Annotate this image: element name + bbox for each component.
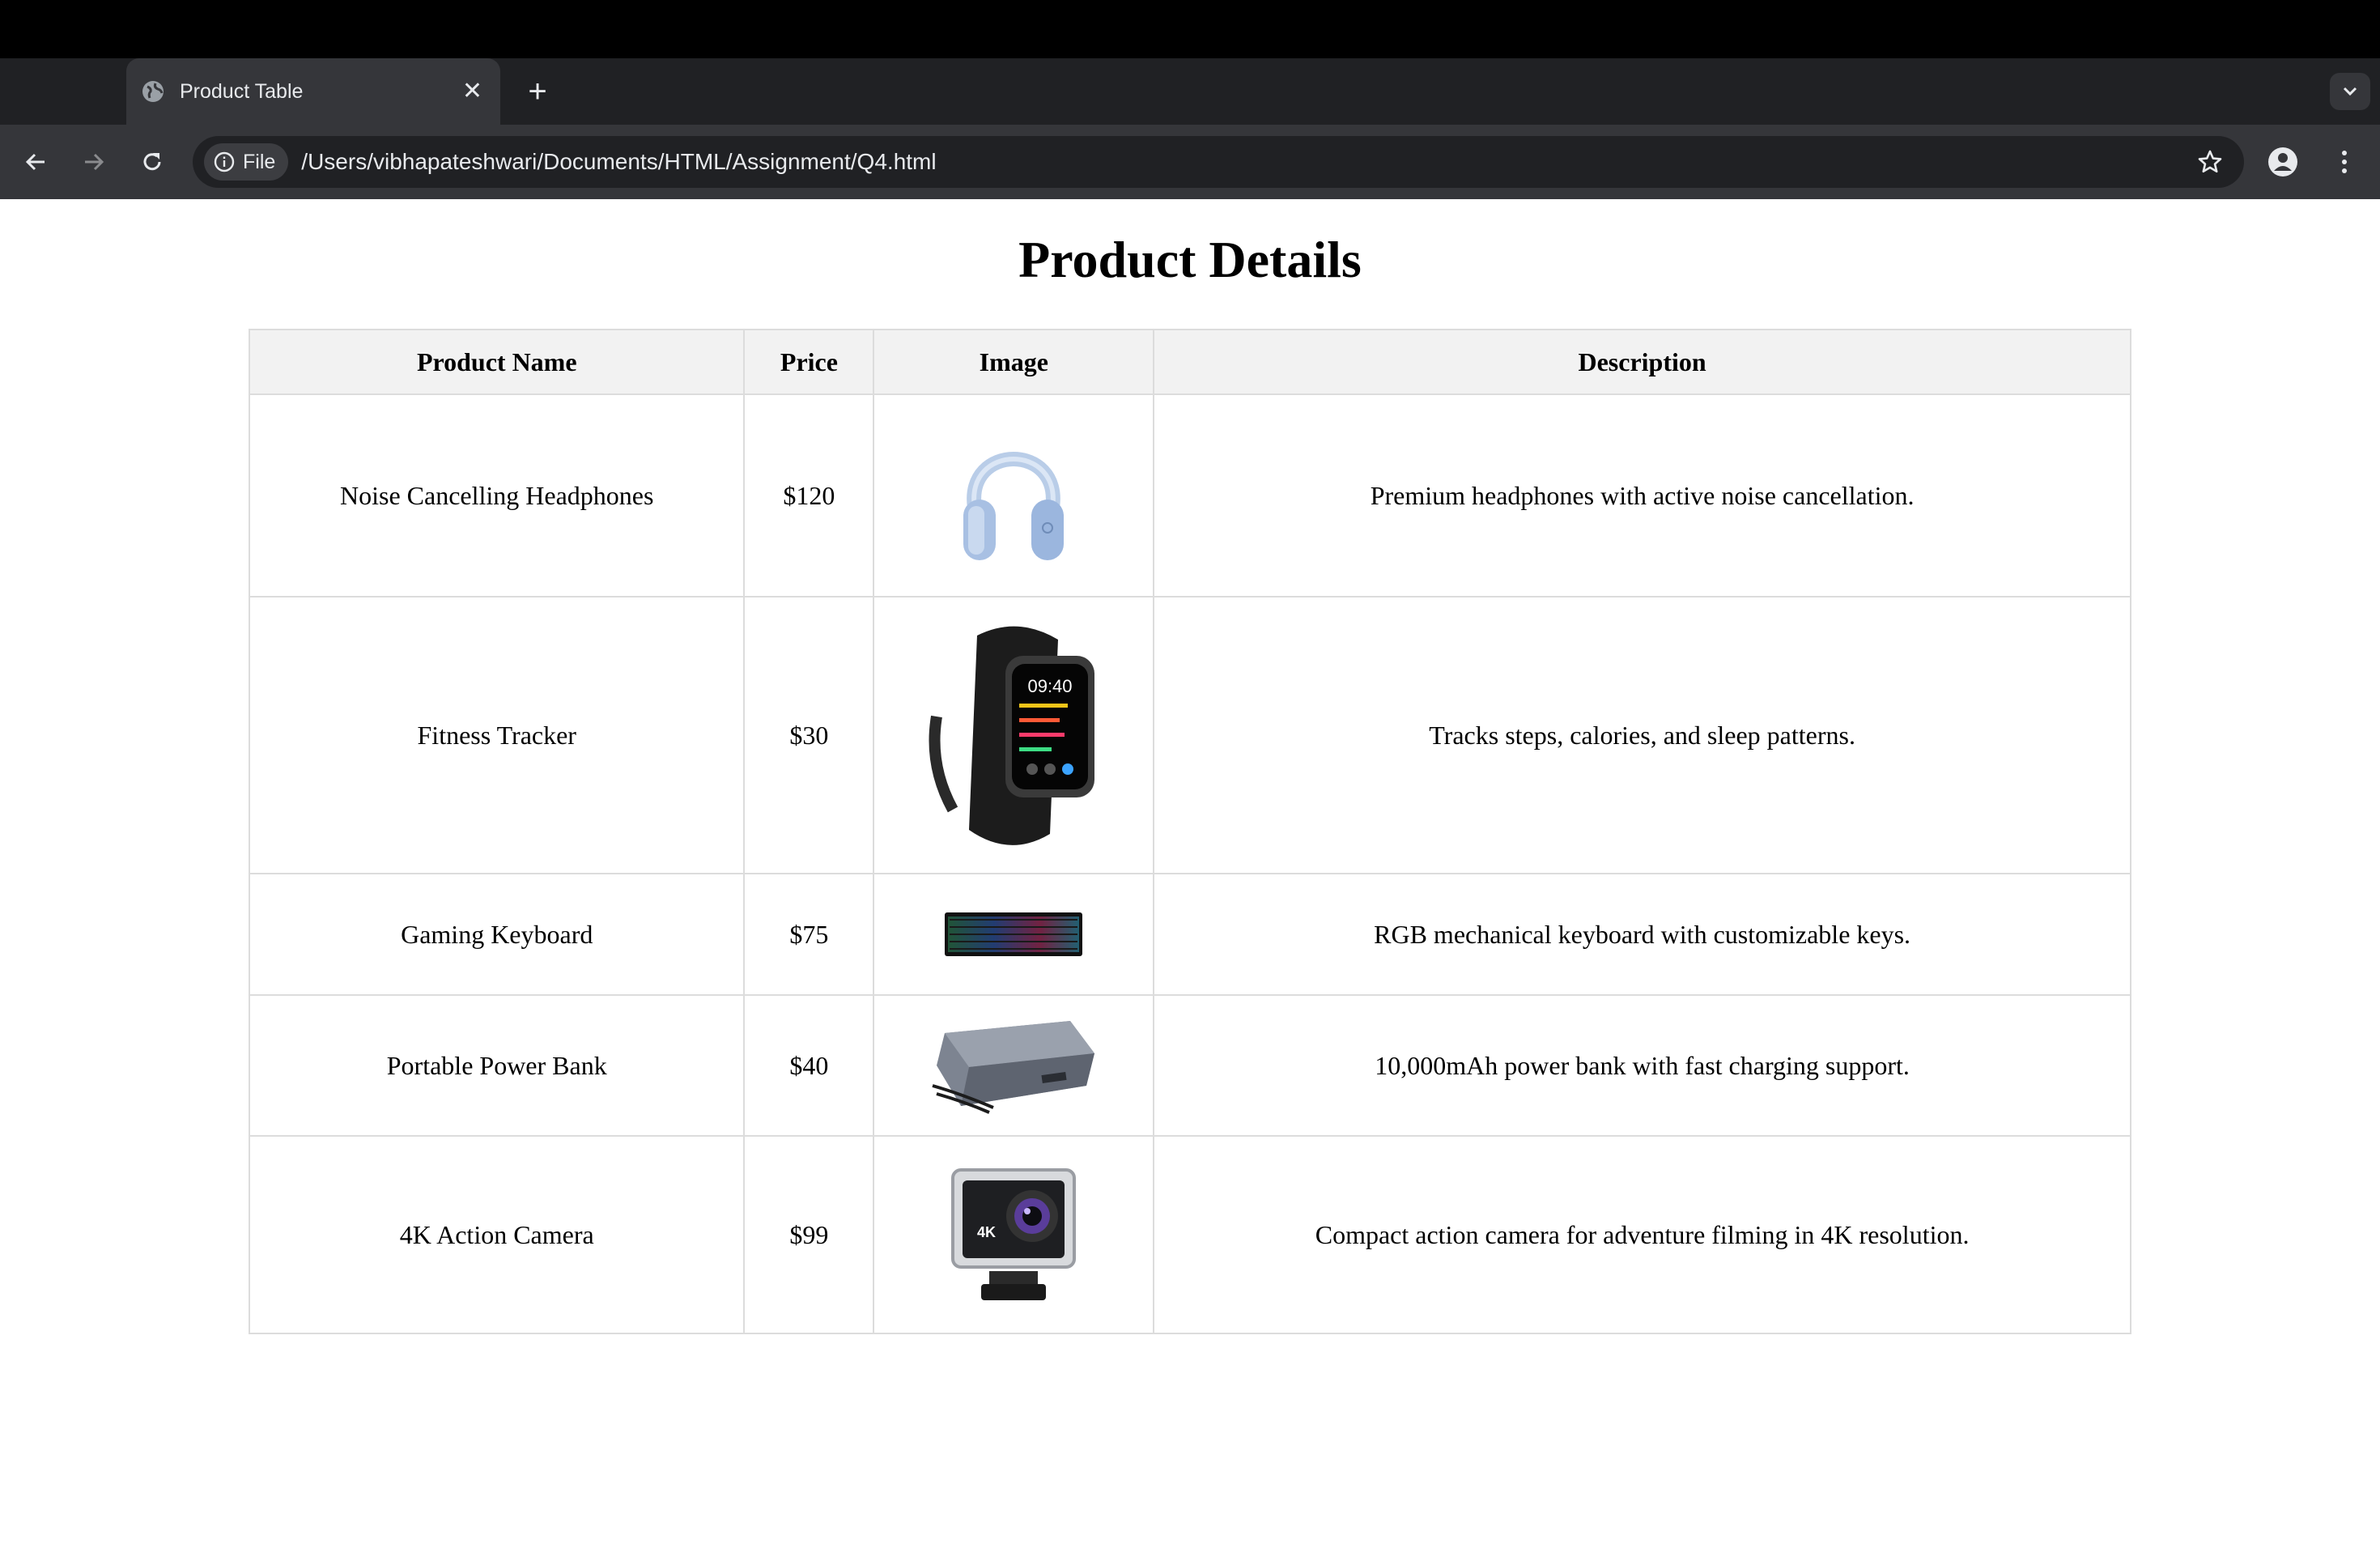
product-name-cell: Noise Cancelling Headphones xyxy=(248,393,746,598)
table-row: Portable Power Bank $40 10,000mAh power … xyxy=(248,994,2131,1137)
new-tab-button[interactable]: + xyxy=(521,75,554,108)
site-info-chip[interactable]: File xyxy=(204,143,289,181)
column-header-description: Description xyxy=(1153,329,2131,395)
image-cell: 09:40 xyxy=(873,596,1155,874)
description-cell: RGB mechanical keyboard with customizabl… xyxy=(1153,873,2131,996)
description-cell: Tracks steps, calories, and sleep patter… xyxy=(1153,596,2131,874)
page-content: Product Details Product Name Price Image… xyxy=(0,199,2380,1548)
keyboard-image xyxy=(945,912,1083,956)
back-arrow-icon xyxy=(25,153,45,171)
bookmark-button[interactable] xyxy=(2194,146,2226,178)
image-cell xyxy=(873,994,1155,1137)
column-header-image: Image xyxy=(873,329,1155,395)
globe-icon xyxy=(142,81,164,102)
table-row: 4K Action Camera $99 4K Compact action c… xyxy=(248,1135,2131,1334)
profile-button[interactable] xyxy=(2267,146,2299,178)
file-chip-label: File xyxy=(243,150,276,173)
price-cell: $30 xyxy=(743,596,875,874)
product-name-cell: 4K Action Camera xyxy=(248,1135,746,1334)
browser-toolbar: File /Users/vibhapateshwari/Documents/HT… xyxy=(0,125,2380,199)
table-row: Gaming Keyboard $75 RGB mechanical keybo… xyxy=(248,873,2131,996)
reload-icon xyxy=(143,153,161,171)
column-header-price: Price xyxy=(743,329,875,395)
product-name-cell: Gaming Keyboard xyxy=(248,873,746,996)
table-row: Fitness Tracker $30 09:40 Tracks steps, … xyxy=(248,596,2131,874)
price-cell: $120 xyxy=(743,393,875,598)
price-cell: $99 xyxy=(743,1135,875,1334)
image-cell xyxy=(873,393,1155,598)
svg-text:4K: 4K xyxy=(977,1224,996,1240)
more-vertical-icon xyxy=(2342,151,2347,173)
price-cell: $75 xyxy=(743,873,875,996)
close-tab-icon[interactable]: ✕ xyxy=(462,79,482,104)
image-cell: 4K xyxy=(873,1135,1155,1334)
url-text[interactable]: /Users/vibhapateshwari/Documents/HTML/As… xyxy=(301,149,2194,175)
forward-button[interactable] xyxy=(78,146,110,178)
product-name-cell: Portable Power Bank xyxy=(248,994,746,1137)
svg-text:09:40: 09:40 xyxy=(1028,676,1073,696)
headphones-image xyxy=(963,452,1065,560)
reload-button[interactable] xyxy=(136,146,168,178)
tab-search-button[interactable] xyxy=(2330,73,2370,110)
table-header-row: Product Name Price Image Description xyxy=(248,329,2131,395)
profile-avatar-icon xyxy=(2268,147,2297,176)
star-icon xyxy=(2198,150,2222,173)
tab-title: Product Table xyxy=(180,79,304,103)
column-header-product-name: Product Name xyxy=(248,329,746,395)
back-button[interactable] xyxy=(19,146,52,178)
product-table: Product Name Price Image Description Noi… xyxy=(248,329,2131,1334)
window-top-bar xyxy=(0,0,2380,58)
table-row: Noise Cancelling Headphones $120 Premium… xyxy=(248,393,2131,598)
price-cell: $40 xyxy=(743,994,875,1137)
description-cell: Premium headphones with active noise can… xyxy=(1153,393,2131,598)
fitness-tracker-image: 09:40 xyxy=(929,626,1095,845)
page-title: Product Details xyxy=(1018,231,1362,288)
address-bar[interactable]: File /Users/vibhapateshwari/Documents/HT… xyxy=(193,136,2244,188)
description-cell: Compact action camera for adventure film… xyxy=(1153,1135,2131,1334)
tab-product-table[interactable]: Product Table ✕ xyxy=(126,58,500,125)
image-cell xyxy=(873,873,1155,996)
action-camera-image: 4K xyxy=(951,1168,1077,1300)
info-icon xyxy=(214,151,235,172)
product-name-cell: Fitness Tracker xyxy=(248,596,746,874)
description-cell: 10,000mAh power bank with fast charging … xyxy=(1153,994,2131,1137)
browser-menu-button[interactable] xyxy=(2328,146,2361,178)
tab-strip: Product Table ✕ + xyxy=(0,58,2380,125)
forward-arrow-icon xyxy=(85,153,104,171)
chevron-down-icon xyxy=(2343,87,2357,96)
power-bank-image xyxy=(932,1021,1095,1114)
